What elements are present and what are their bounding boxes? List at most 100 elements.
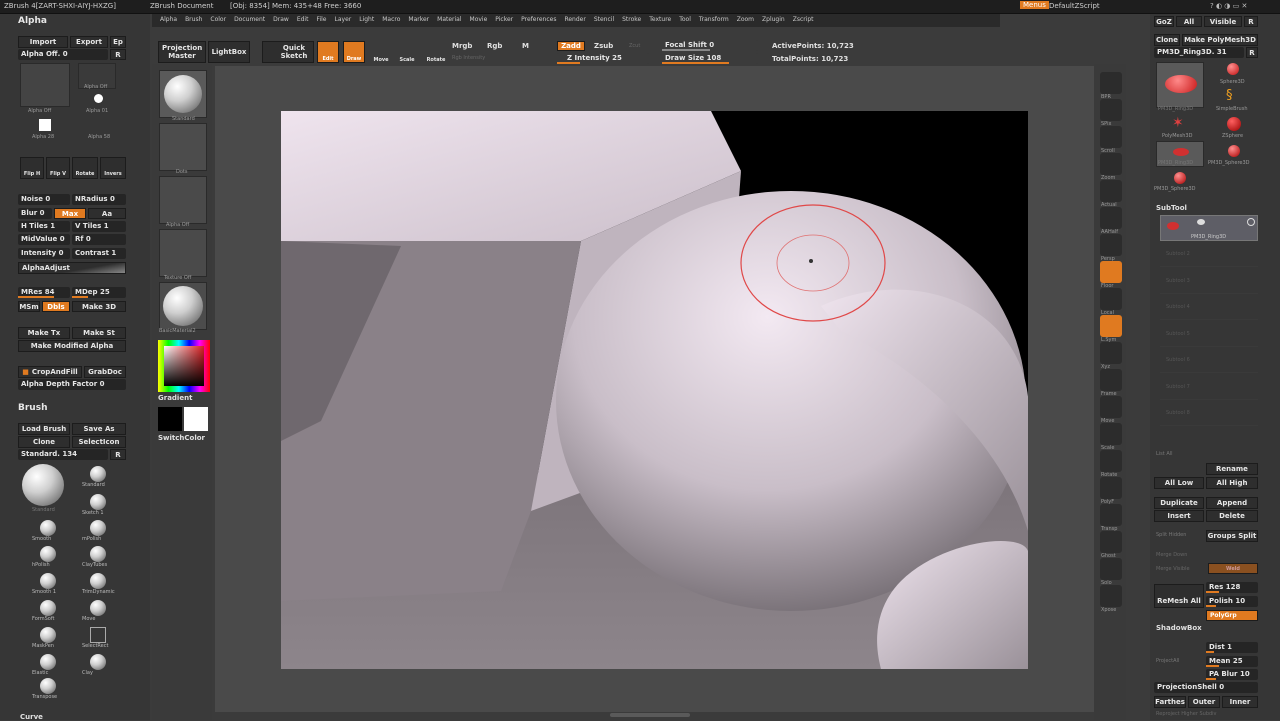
subtool-empty-slot[interactable]: Subtool 2 — [1160, 243, 1258, 267]
all-low-button[interactable]: All Low — [1154, 477, 1204, 489]
view-actual-button[interactable] — [1100, 180, 1122, 202]
mrgb-button[interactable]: Mrgb — [452, 42, 472, 50]
max-button[interactable]: Max — [54, 208, 86, 219]
brush-r-button[interactable]: R — [110, 449, 126, 460]
make-modified-alpha-button[interactable]: Make Modified Alpha — [18, 340, 126, 352]
insert-button[interactable]: Insert — [1154, 510, 1204, 522]
rgb-button[interactable]: Rgb — [487, 42, 502, 50]
draw-size-slider[interactable]: Draw Size 108 — [662, 53, 758, 64]
menu-alpha[interactable]: Alpha — [160, 16, 177, 23]
lightbox-button[interactable]: LightBox — [208, 41, 250, 63]
reproject-higher-subdiv-button[interactable]: Reproject Higher Subdiv — [1156, 711, 1217, 717]
brush-thumb[interactable] — [90, 627, 106, 643]
goz-r-button[interactable]: R — [1244, 16, 1258, 27]
flip-h-button[interactable]: Flip H — [20, 157, 44, 179]
menu-material[interactable]: Material — [437, 16, 461, 23]
load-brush-button[interactable]: Load Brush — [18, 423, 70, 435]
subtool-active-row[interactable]: PM3D_Ring3D — [1160, 215, 1258, 241]
menu-zoom[interactable]: Zoom — [737, 16, 754, 23]
remesh-res-slider[interactable]: Res 128 — [1206, 582, 1258, 593]
v-tiles-slider[interactable]: V Tiles 1 — [72, 221, 126, 232]
brush-thumb[interactable] — [90, 520, 106, 536]
h-tiles-slider[interactable]: H Tiles 1 — [18, 221, 70, 232]
goz-button[interactable]: GoZ — [1154, 16, 1174, 27]
alpha-28-thumb[interactable] — [39, 119, 51, 131]
aa-button[interactable]: Aa — [88, 208, 126, 219]
subtool-empty-slot[interactable]: Subtool 8 — [1160, 402, 1258, 426]
menu-picker[interactable]: Picker — [495, 16, 513, 23]
window-controls[interactable]: ? ◐ ◑ ▭ ✕ — [1210, 2, 1247, 10]
remesh-all-button[interactable]: ReMesh All — [1154, 584, 1204, 608]
mres-slider[interactable]: MRes 84 — [18, 287, 70, 298]
view-move-button[interactable] — [1100, 396, 1122, 418]
move-mode-button[interactable]: Move — [370, 41, 392, 63]
inner-button[interactable]: Inner — [1222, 696, 1258, 708]
msm-button[interactable]: MSm — [18, 301, 40, 312]
delete-button[interactable]: Delete — [1206, 510, 1258, 522]
groups-split-button[interactable]: Groups Split — [1206, 530, 1258, 542]
canvas-scrollbar[interactable] — [610, 713, 690, 717]
alpha-import-button[interactable]: Import — [18, 36, 68, 48]
brush-thumb[interactable] — [90, 600, 106, 616]
all-high-button[interactable]: All High — [1206, 477, 1258, 489]
secondary-color-swatch[interactable] — [158, 407, 182, 431]
standard-brush-preview[interactable] — [22, 464, 64, 506]
projection-master-button[interactable]: Projection Master — [158, 41, 206, 63]
zsub-button[interactable]: Zsub — [594, 42, 613, 50]
draw-mode-button[interactable]: Draw — [343, 41, 365, 63]
crop-and-fill-button[interactable]: ■ CropAndFill — [18, 366, 82, 378]
shelf-material-thumb[interactable] — [159, 282, 207, 330]
view-rotate-button[interactable] — [1100, 450, 1122, 472]
zsphere-tool-thumb[interactable] — [1227, 117, 1241, 131]
shadowbox-button[interactable]: ShadowBox — [1156, 624, 1202, 632]
shelf-texture-thumb[interactable] — [159, 229, 207, 277]
rename-button[interactable]: Rename — [1206, 463, 1258, 475]
menu-movie[interactable]: Movie — [470, 16, 488, 23]
menu-edit[interactable]: Edit — [297, 16, 309, 23]
merge-visible-button[interactable]: Merge Visible — [1156, 566, 1190, 572]
blur-slider[interactable]: Blur 0 — [18, 208, 52, 219]
edit-mode-button[interactable]: Edit — [317, 41, 339, 63]
goz-all-button[interactable]: All — [1176, 16, 1202, 27]
m-button[interactable]: M — [522, 42, 529, 50]
remesh-polygrp-button[interactable]: PolyGrp — [1206, 610, 1258, 621]
focal-shift-slider[interactable]: Focal Shift 0 — [662, 40, 758, 51]
default-zscript[interactable]: DefaultZScript — [1049, 2, 1100, 10]
brush-thumb[interactable] — [40, 520, 56, 536]
view-ghost-button[interactable] — [1100, 531, 1122, 553]
subtool-visibility-icon[interactable] — [1247, 218, 1255, 226]
view-frame-button[interactable] — [1100, 369, 1122, 391]
view-spix-button[interactable] — [1100, 99, 1122, 121]
view-transp-button[interactable] — [1100, 504, 1122, 526]
current-tool-slider[interactable]: PM3D_Ring3D. 31 — [1154, 47, 1244, 58]
menu-tool[interactable]: Tool — [679, 16, 691, 23]
canvas[interactable] — [281, 111, 1028, 669]
make-st-button[interactable]: Make St — [72, 327, 126, 339]
menu-render[interactable]: Render — [564, 16, 585, 23]
noise-slider[interactable]: Noise 0 — [18, 194, 70, 205]
subtool-empty-slot[interactable]: Subtool 4 — [1160, 296, 1258, 320]
menu-draw[interactable]: Draw — [273, 16, 289, 23]
view-lsym-button[interactable] — [1100, 315, 1122, 337]
rf-slider[interactable]: Rf 0 — [72, 234, 126, 245]
view-scroll-button[interactable] — [1100, 126, 1122, 148]
intensity-slider[interactable]: Intensity 0 — [18, 248, 70, 259]
shelf-stroke-thumb[interactable] — [159, 123, 207, 171]
color-picker[interactable] — [158, 340, 210, 392]
menu-light[interactable]: Light — [359, 16, 374, 23]
scale-mode-button[interactable]: Scale — [396, 41, 418, 63]
alpha-r-button[interactable]: R — [110, 49, 126, 60]
weld-button[interactable]: Weld — [1208, 563, 1258, 574]
menu-file[interactable]: File — [316, 16, 326, 23]
view-local-button[interactable] — [1100, 288, 1122, 310]
simplebrush-tool-icon[interactable]: § — [1226, 89, 1240, 103]
zcut-button[interactable]: Zcut — [629, 43, 640, 49]
pm3d-sphere-2-tool-thumb[interactable] — [1174, 172, 1186, 184]
alpha-01-thumb[interactable] — [94, 94, 103, 103]
mdep-slider[interactable]: MDep 25 — [72, 287, 126, 298]
zadd-button[interactable]: Zadd — [557, 41, 585, 51]
quick-sketch-button[interactable]: Quick Sketch — [262, 41, 314, 63]
save-as-button[interactable]: Save As — [72, 423, 126, 435]
menu-brush[interactable]: Brush — [185, 16, 202, 23]
brush-thumb[interactable] — [40, 678, 56, 694]
